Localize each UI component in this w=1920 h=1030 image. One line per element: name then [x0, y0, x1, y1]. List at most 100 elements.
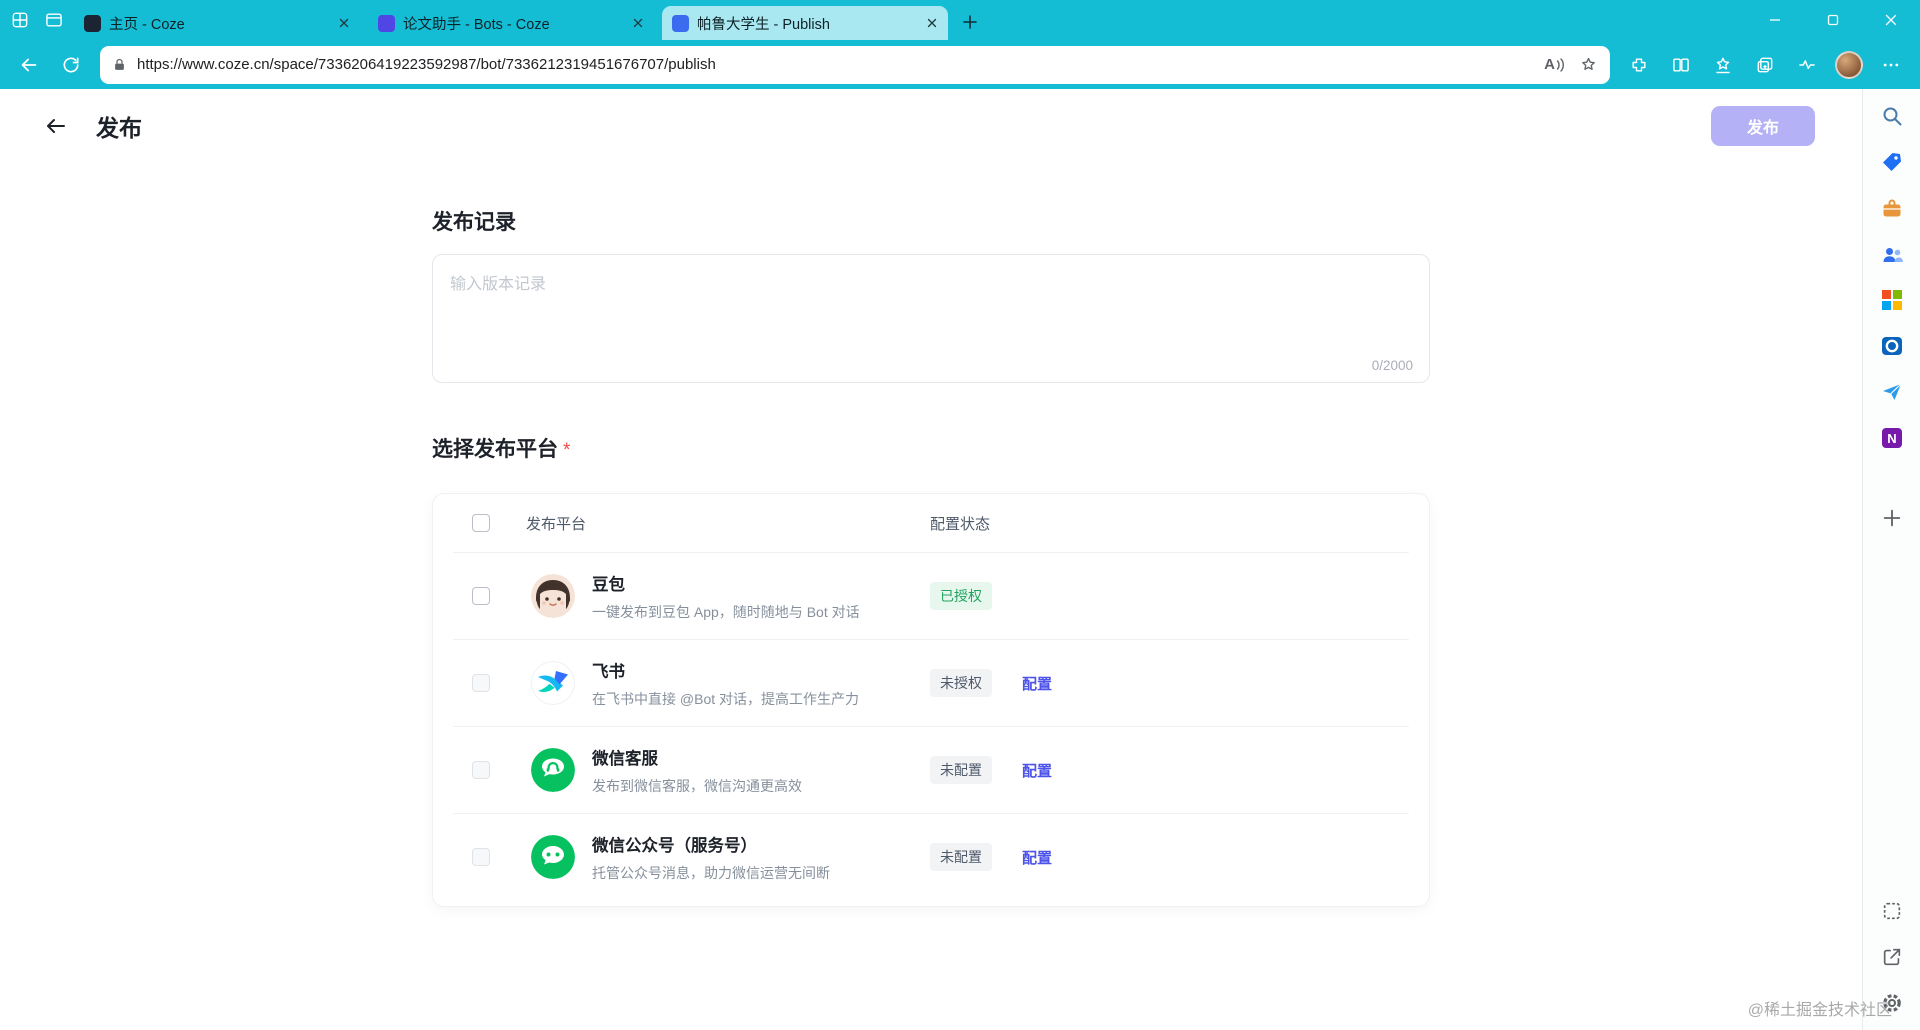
new-tab-button[interactable] — [956, 8, 984, 36]
platform-desc: 托管公众号消息，助力微信运营无间断 — [592, 864, 830, 881]
browser-tab[interactable]: 帕鲁大学生 - Publish — [662, 6, 948, 40]
url-text[interactable]: https://www.coze.cn/space/73362064192235… — [137, 56, 1534, 73]
open-external-icon — [1883, 948, 1900, 966]
people-icon — [1883, 248, 1903, 262]
platform-table: 发布平台 配置状态 豆包 一键发布到豆包 App，随时随地与 Bot 对话 已授… — [432, 493, 1430, 907]
row-checkbox[interactable] — [472, 761, 490, 779]
browser-navbar: https://www.coze.cn/space/73362064192235… — [0, 40, 1920, 89]
tab-close-icon[interactable] — [338, 17, 350, 29]
tab-close-icon[interactable] — [926, 17, 938, 29]
row-checkbox[interactable] — [472, 674, 490, 692]
sidebar-search-button[interactable] — [1879, 103, 1905, 129]
tab-actions-icon[interactable] — [44, 10, 64, 30]
back-icon — [21, 58, 37, 71]
publish-button[interactable]: 发布 — [1711, 105, 1815, 146]
tab-strip: 主页 - Coze 论文助手 - Bots - Coze 帕鲁大学生 - Pub… — [74, 0, 948, 40]
plus-icon — [963, 15, 977, 29]
minimize-button[interactable] — [1746, 0, 1804, 40]
profile-button[interactable] — [1830, 46, 1868, 84]
bookmark-star-icon[interactable] — [1579, 55, 1598, 74]
column-status: 配置状态 — [930, 515, 991, 533]
status-badge: 未配置 — [930, 843, 992, 871]
version-record-box: 0/2000 — [432, 254, 1430, 383]
feishu-icon — [531, 661, 575, 705]
status-badge: 已授权 — [930, 582, 992, 610]
page-main: 发布 发布 发布记录 0/2000 选择发布平台 * 发布平台 配置状态 — [0, 89, 1862, 1030]
tab-title: 帕鲁大学生 - Publish — [697, 16, 830, 33]
sidebar-shopping-button[interactable] — [1879, 149, 1905, 175]
page-header: 发布 发布 — [0, 89, 1862, 162]
sidebar-tools-button[interactable] — [1879, 195, 1905, 221]
browser-tab[interactable]: 主页 - Coze — [74, 6, 360, 40]
address-bar[interactable]: https://www.coze.cn/space/73362064192235… — [100, 45, 1610, 84]
settings-menu-button[interactable] — [1872, 46, 1910, 84]
favorites-button[interactable] — [1704, 46, 1742, 84]
search-icon — [1883, 107, 1901, 126]
plus-icon — [1883, 509, 1900, 527]
platform-table-body: 豆包 一键发布到豆包 App，随时随地与 Bot 对话 已授权 飞书 在飞书中直… — [433, 553, 1429, 900]
close-window-button[interactable] — [1862, 0, 1920, 40]
extensions-icon — [1632, 57, 1646, 72]
split-screen-icon — [1673, 57, 1689, 72]
back-button[interactable] — [10, 46, 48, 84]
tab-favicon — [378, 14, 395, 32]
char-counter: 0/2000 — [1371, 358, 1413, 373]
tab-favicon — [672, 14, 689, 32]
page-back-button[interactable] — [42, 112, 70, 140]
wechat-mp-icon — [531, 835, 575, 879]
page-title: 发布 — [96, 114, 142, 141]
platform-icon — [531, 835, 575, 879]
read-aloud-icon[interactable]: A — [1544, 56, 1565, 73]
split-screen-button[interactable] — [1662, 46, 1700, 84]
row-checkbox[interactable] — [472, 848, 490, 866]
outlook-icon — [1881, 337, 1902, 355]
lock-icon — [115, 58, 124, 70]
sidebar-open-external-button[interactable] — [1879, 944, 1905, 970]
shopping-icon — [1882, 153, 1901, 171]
sidebar-add-button[interactable] — [1879, 505, 1905, 531]
version-record-input[interactable] — [433, 255, 1429, 355]
row-checkbox[interactable] — [472, 587, 490, 605]
browser-tab[interactable]: 论文助手 - Bots - Coze — [368, 6, 654, 40]
status-badge: 未配置 — [930, 756, 992, 784]
platform-icon — [531, 661, 575, 705]
maximize-button[interactable] — [1804, 0, 1862, 40]
platform-name: 豆包 — [592, 575, 625, 594]
platform-desc: 一键发布到豆包 App，随时随地与 Bot 对话 — [592, 603, 860, 620]
platform-icon — [531, 748, 575, 792]
web-capture-icon — [1883, 902, 1900, 920]
sidebar-m365-button[interactable] — [1879, 287, 1905, 313]
workspaces-icon[interactable] — [10, 10, 30, 30]
sidebar-onenote-button[interactable]: N — [1879, 425, 1905, 451]
column-platform: 发布平台 — [526, 515, 587, 533]
minimize-icon — [1770, 19, 1780, 21]
platform-desc: 发布到微信客服，微信沟通更高效 — [592, 777, 802, 794]
back-arrow-icon — [47, 118, 65, 133]
sidebar-people-button[interactable] — [1879, 241, 1905, 267]
refresh-icon — [63, 57, 79, 72]
doubao-avatar-icon — [531, 574, 575, 618]
browser-essentials-button[interactable] — [1788, 46, 1826, 84]
onenote-icon: N — [1881, 428, 1902, 448]
browser-titlebar: 主页 - Coze 论文助手 - Bots - Coze 帕鲁大学生 - Pub… — [0, 0, 1920, 40]
select-all-checkbox[interactable] — [472, 514, 490, 532]
browser-essentials-icon — [1799, 59, 1815, 69]
sidebar-drop-button[interactable] — [1879, 379, 1905, 405]
extensions-button[interactable] — [1620, 46, 1658, 84]
configure-link[interactable]: 配置 — [1022, 676, 1052, 693]
profile-avatar — [1835, 50, 1863, 79]
platform-name: 微信公众号（服务号） — [592, 836, 757, 855]
platform-table-header: 发布平台 配置状态 — [433, 494, 1429, 552]
refresh-button[interactable] — [52, 46, 90, 84]
platform-desc: 在飞书中直接 @Bot 对话，提高工作生产力 — [592, 690, 860, 707]
collections-button[interactable] — [1746, 46, 1784, 84]
favorites-icon — [1716, 57, 1730, 73]
configure-link[interactable]: 配置 — [1022, 763, 1052, 780]
configure-link[interactable]: 配置 — [1022, 850, 1052, 867]
edge-sidebar: N — [1862, 89, 1920, 1030]
sidebar-web-capture-button[interactable] — [1879, 898, 1905, 924]
tab-close-icon[interactable] — [632, 17, 644, 29]
watermark: @稀土掘金技术社区 — [1747, 1002, 1892, 1019]
sidebar-outlook-button[interactable] — [1879, 333, 1905, 359]
platform-row: 豆包 一键发布到豆包 App，随时随地与 Bot 对话 已授权 — [433, 553, 1429, 639]
